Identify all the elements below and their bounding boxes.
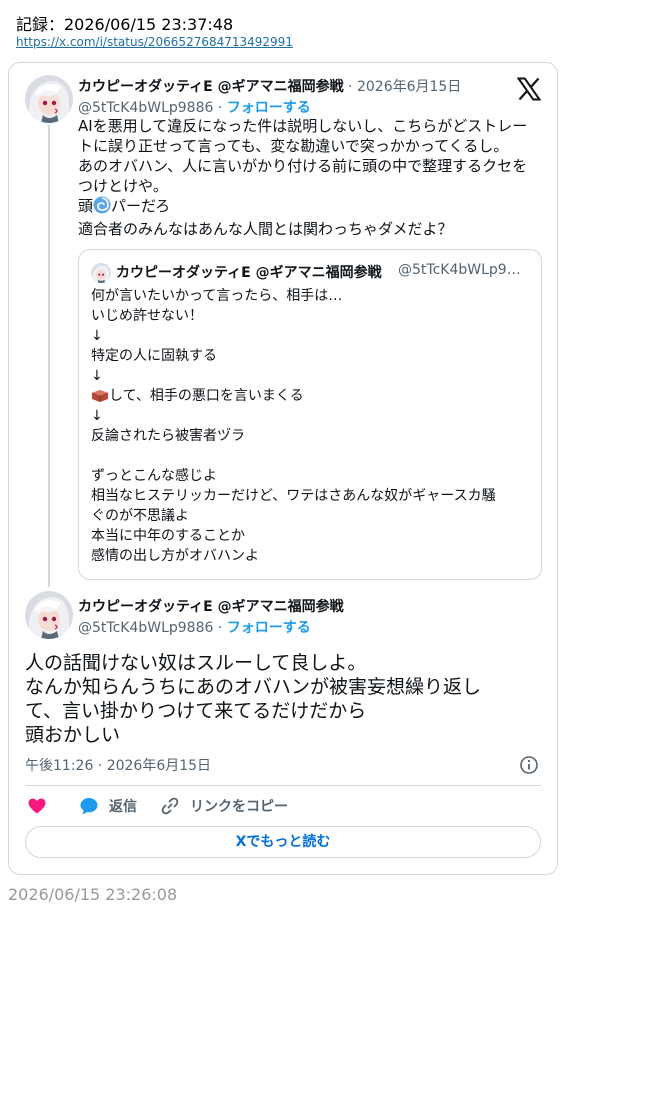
parent-author-name[interactable]: カウピーオダッティE @ギアマニ福岡参戦: [78, 79, 344, 95]
parent-tweet-text: AIを悪用して違反になった件は説明しないし、こちらがどストレー トに誤り正せって…: [78, 116, 548, 239]
link-icon: [160, 796, 180, 816]
info-icon[interactable]: [519, 755, 539, 775]
quote-text: 何が言いたいかって言ったら、相手は… いじめ許せない！ ↓ 特定の人に固執する …: [91, 286, 535, 566]
quote-text-line: 相当なヒステリッカーだけど、ワテはさあんな奴がギャースカ騒: [91, 488, 496, 504]
tweet-embed-card: カウピーオダッティE @ギアマニ福岡参戦 · 2026年6月15日 @5tTcK…: [8, 62, 558, 875]
quote-text-line: 特定の人に固執する: [91, 348, 217, 364]
main-handle-line: @5tTcK4bWLp9886 · フォローする: [78, 617, 311, 637]
reply-label: 返信: [109, 799, 137, 815]
quote-text-line: ↓: [91, 328, 103, 344]
x-logo-icon[interactable]: [516, 77, 542, 101]
main-follow-button[interactable]: フォローする: [227, 620, 311, 636]
quote-author-name: カウピーオダッティE @ギアマニ福岡参戦: [116, 265, 382, 281]
parent-follow-button[interactable]: フォローする: [227, 100, 311, 116]
parent-text-line: トに誤り正せって言っても、変な勘違いで突っかかってくるし。: [78, 137, 509, 155]
thread-connector-line: [48, 125, 50, 587]
quote-text-line: 反論されたら被害者ヅラ: [91, 428, 245, 444]
parent-handle[interactable]: @5tTcK4bWLp9886: [78, 100, 213, 116]
quote-text-line: ぐのが不思議よ: [91, 508, 189, 524]
main-text-line: 人の話聞けない奴はスルーして良しよ。: [25, 652, 367, 674]
quote-text-line: 感情の出し方がオバハンよ: [91, 548, 259, 564]
quote-text-line: ↓: [91, 408, 103, 424]
main-tweet-text: 人の話聞けない奴はスルーして良しよ。 なんか知らんうちにあのオバハンが被害妄想繰…: [25, 651, 525, 747]
read-more-button[interactable]: Xでもっと読む: [25, 826, 541, 858]
quote-text-line: 何が言いたいかって言ったら、相手は…: [91, 288, 343, 304]
main-handle[interactable]: @5tTcK4bWLp9886: [78, 620, 213, 636]
record-timestamp: 記録：2026/06/15 23:37:48: [16, 15, 234, 34]
main-text-line: て、言い掛かりつけて来てるだけだから: [25, 700, 367, 722]
quote-text-fragment: して、相手の悪口を言いまくる: [109, 388, 304, 404]
cyclone-emoji-icon: [93, 196, 111, 219]
parent-date[interactable]: 2026年6月15日: [357, 79, 461, 95]
main-text-line: 頭おかしい: [25, 724, 121, 746]
like-button[interactable]: [27, 796, 47, 816]
parent-avatar[interactable]: [25, 75, 73, 123]
copy-link-button[interactable]: リンクをコピー: [160, 796, 288, 816]
status-url-link[interactable]: https://x.com/i/status/20665276847134929…: [16, 35, 293, 49]
quote-text-line: [91, 446, 535, 466]
parent-text-fragment: パーだろ: [111, 197, 171, 215]
main-text-line: なんか知らんうちにあのオバハンが被害妄想繰り返し: [25, 676, 482, 698]
quote-text-line-emoji: して、相手の悪口を言いまくる: [91, 386, 535, 406]
actions-divider: [25, 785, 541, 786]
quoted-tweet[interactable]: カウピーオダッティE @ギアマニ福岡参戦 @5tTcK4bWLp9886 何が言…: [78, 249, 542, 580]
quote-text-line: ずっとこんな感じよ: [91, 468, 217, 484]
main-handle-separator: ·: [213, 620, 227, 636]
parent-text-line: あのオバハン、人に言いがかり付ける前に頭の中で整理するクセを: [78, 157, 528, 175]
parent-text-line: AIを悪用して違反になった件は説明しないし、こちらがどストレー: [78, 117, 528, 135]
parent-date-separator: ·: [343, 79, 357, 95]
main-author-name[interactable]: カウピーオダッティE @ギアマニ福岡参戦: [78, 596, 344, 616]
parent-text-line: つけとけや。: [78, 177, 168, 195]
parent-text-fragment: 頭: [78, 197, 94, 215]
quote-text-line: ↓: [91, 368, 103, 384]
quote-text-line: いじめ許せない！: [91, 308, 203, 324]
quote-text-line: 本当に中年のすることか: [91, 528, 245, 544]
parent-text-line-emoji: 頭パーだろ: [78, 196, 548, 219]
copy-link-label: リンクをコピー: [190, 799, 288, 815]
reply-bubble-icon: [79, 796, 99, 816]
quote-handle: @5tTcK4bWLp9886: [398, 262, 526, 278]
capture-timestamp: 2026/06/15 23:26:08: [8, 885, 178, 904]
main-avatar[interactable]: [25, 591, 73, 639]
parent-author-line: カウピーオダッティE @ギアマニ福岡参戦 · 2026年6月15日: [78, 76, 461, 96]
parent-handle-line: @5tTcK4bWLp9886 · フォローする: [78, 97, 311, 117]
heart-icon: [27, 796, 47, 816]
parent-handle-separator: ·: [213, 100, 227, 116]
parent-text-line: 適合者のみんなはあんな人間とは関わっちゃダメだよ？: [78, 220, 453, 238]
quote-avatar: [91, 263, 111, 283]
reply-button[interactable]: 返信: [79, 796, 137, 816]
main-timestamp[interactable]: 午後11:26 · 2026年6月15日: [25, 755, 211, 775]
